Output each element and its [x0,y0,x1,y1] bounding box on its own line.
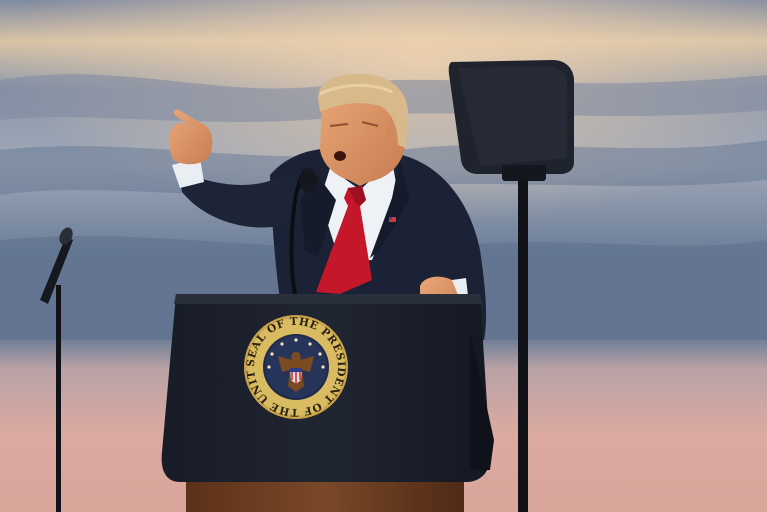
lectern-wood-base [186,480,464,512]
scene-svg: SEAL OF THE PRESIDENT OF THE UNITED STAT… [0,0,767,512]
open-mouth [334,151,346,161]
photo-scene: SEAL OF THE PRESIDENT OF THE UNITED STAT… [0,0,767,512]
